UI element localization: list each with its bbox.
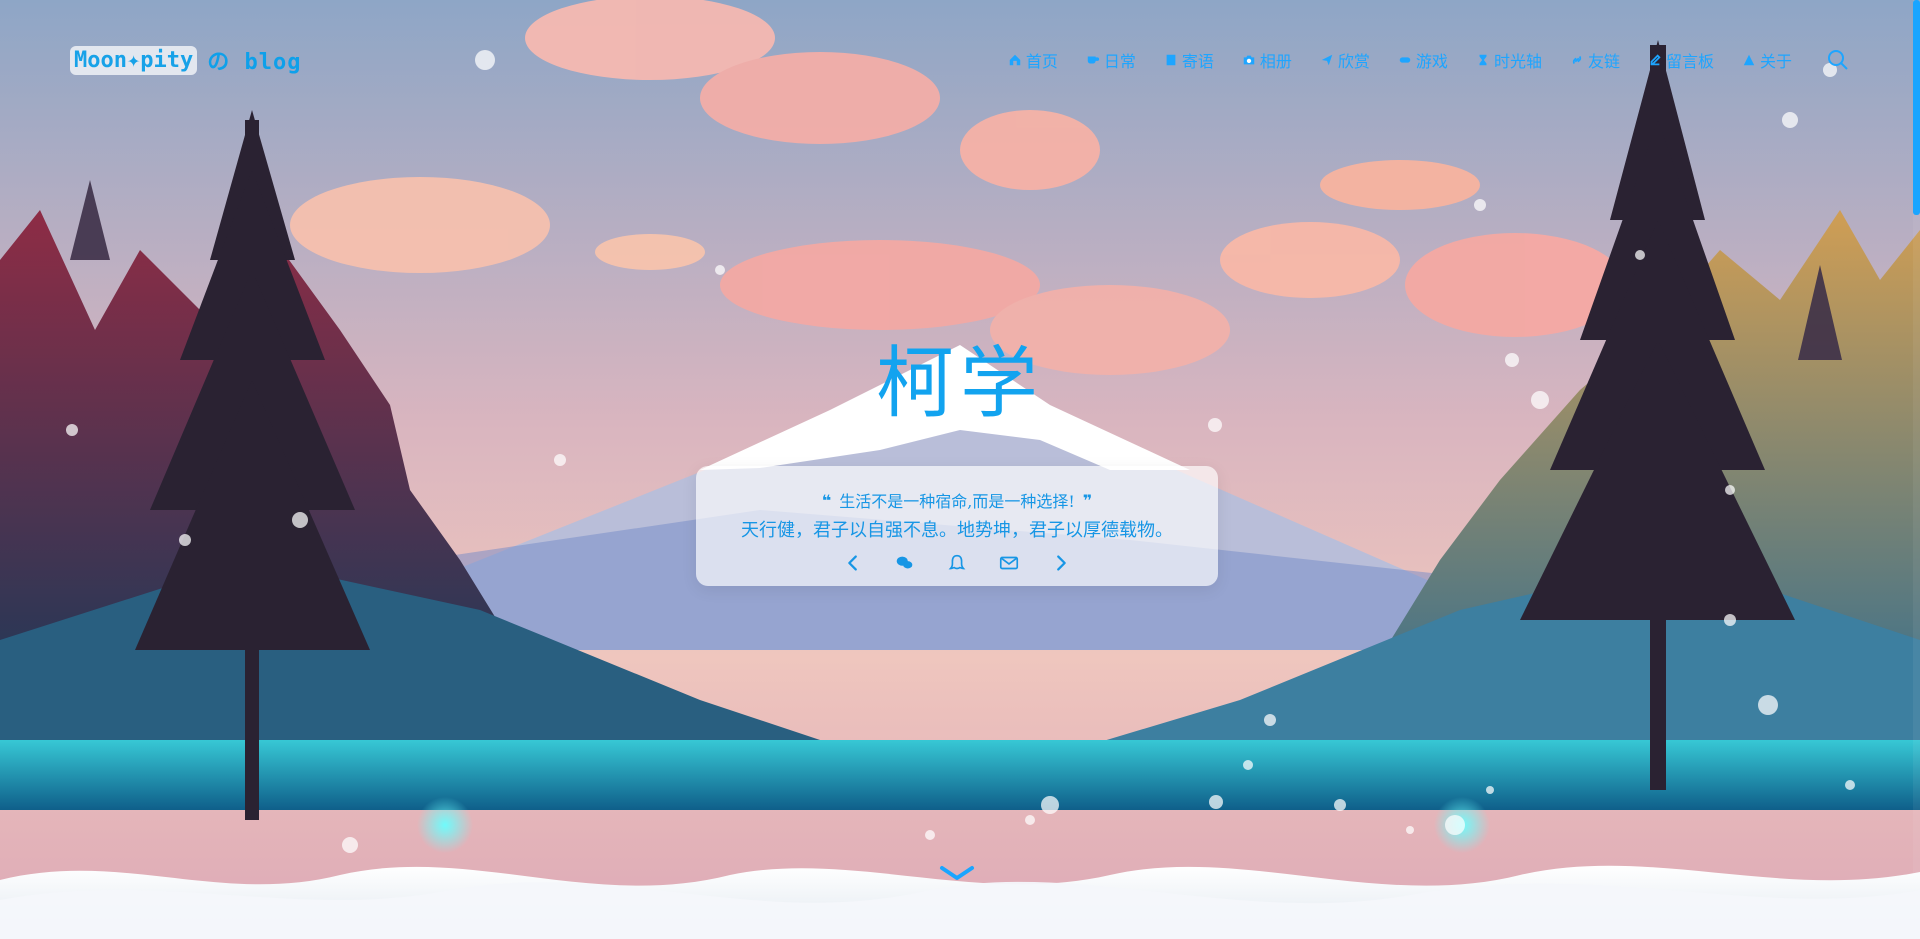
note-icon — [1166, 54, 1176, 66]
nav-label-message: 寄语 — [1181, 52, 1214, 71]
camera-icon — [1243, 55, 1255, 65]
scrollbar-thumb[interactable] — [1913, 0, 1920, 215]
hourglass-icon — [1479, 54, 1487, 66]
nav-label-timeline: 时光轴 — [1493, 52, 1542, 71]
motto-text: 生活不是一种宿命,而是一种选择! — [839, 492, 1075, 511]
quote-open-icon: ❝ — [821, 490, 832, 510]
nav-item-timeline[interactable]: 时光轴 — [1476, 48, 1542, 72]
home-icon — [1009, 54, 1021, 66]
site-logo[interactable]: Moon✦pity の blog — [70, 44, 301, 76]
gamepad-icon — [1399, 57, 1411, 63]
motto-line: ❝ 生活不是一种宿命,而是一种选择! ❞ — [696, 488, 1218, 512]
quote-sentence: 天行健，君子以自强不息。地势坤，君子以厚德载物。 — [741, 520, 1173, 541]
send-icon — [1321, 54, 1333, 66]
nav-label-about: 关于 — [1759, 52, 1792, 71]
nav-item-home[interactable]: 首页 — [1008, 48, 1058, 72]
nav-item-games[interactable]: 游戏 — [1398, 48, 1448, 72]
nav-label-appreciate: 欣赏 — [1337, 52, 1370, 71]
nav-item-guestbook[interactable]: 留言板 — [1648, 48, 1714, 72]
nav-label-home: 首页 — [1025, 52, 1058, 71]
nav-item-about[interactable]: 关于 — [1742, 48, 1792, 72]
quote-close-icon: ❞ — [1082, 490, 1093, 510]
nav-item-appreciate[interactable]: 欣赏 — [1320, 48, 1370, 72]
site-logo-chip: Moon✦pity — [70, 45, 198, 75]
nav-item-daily[interactable]: 日常 — [1086, 48, 1136, 72]
nav-label-games: 游戏 — [1415, 52, 1448, 71]
chevron-left-icon[interactable] — [842, 552, 864, 574]
nav-label-guestbook: 留言板 — [1665, 52, 1714, 71]
nav-label-album: 相册 — [1259, 52, 1292, 71]
chevron-right-icon[interactable] — [1050, 552, 1072, 574]
search-icon[interactable] — [1826, 48, 1850, 72]
quote-actions — [696, 552, 1218, 574]
nav-label-links: 友链 — [1587, 52, 1620, 71]
warning-icon — [1743, 54, 1755, 66]
nav-item-message[interactable]: 寄语 — [1164, 48, 1214, 72]
wechat-icon[interactable] — [894, 552, 916, 574]
link-icon — [1572, 55, 1582, 65]
mail-icon[interactable] — [998, 552, 1020, 574]
quote-card: ❝ 生活不是一种宿命,而是一种选择! ❞ 天行健，君子以自强不息。地势坤，君子以… — [696, 466, 1218, 586]
qq-icon[interactable] — [946, 552, 968, 574]
chevron-down-icon[interactable] — [937, 860, 977, 884]
nav-item-album[interactable]: 相册 — [1242, 48, 1292, 72]
top-navigation-bar: Moon✦pity の blog 首页 日常 寄语 相册 欣赏 游戏 时光轴 友… — [0, 0, 1920, 120]
main-nav: 首页 日常 寄语 相册 欣赏 游戏 时光轴 友链 留言板 关于 — [1008, 48, 1850, 72]
site-logo-suffix: の blog — [207, 50, 302, 75]
nav-label-daily: 日常 — [1103, 52, 1136, 71]
hero-title: 柯学 — [875, 339, 1044, 429]
vertical-scrollbar[interactable] — [1913, 0, 1920, 939]
edit-icon — [1650, 54, 1661, 66]
coffee-icon — [1087, 56, 1099, 64]
nav-item-links[interactable]: 友链 — [1570, 48, 1620, 72]
